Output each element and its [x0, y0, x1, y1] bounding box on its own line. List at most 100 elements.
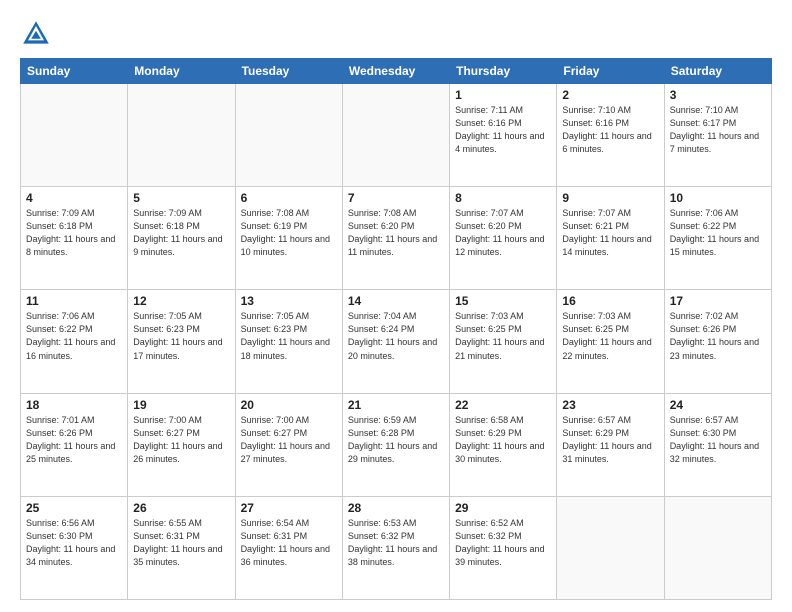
day-info: Sunrise: 6:56 AM Sunset: 6:30 PM Dayligh… — [26, 517, 122, 569]
calendar-week-row: 4 Sunrise: 7:09 AM Sunset: 6:18 PM Daylig… — [21, 187, 772, 290]
calendar-cell: 18 Sunrise: 7:01 AM Sunset: 6:26 PM Dayli… — [21, 393, 128, 496]
calendar-cell: 10Sunrise: 7:06 AM Sunset: 6:22 PM Dayli… — [664, 187, 771, 290]
day-info: Sunrise: 6:58 AM Sunset: 6:29 PM Dayligh… — [455, 414, 551, 466]
calendar-cell: 9 Sunrise: 7:07 AM Sunset: 6:21 PM Daylig… — [557, 187, 664, 290]
day-number: 5 — [133, 191, 229, 205]
calendar-header-row: SundayMondayTuesdayWednesdayThursdayFrid… — [21, 59, 772, 84]
day-info: Sunrise: 7:07 AM Sunset: 6:20 PM Dayligh… — [455, 207, 551, 259]
calendar-cell — [342, 84, 449, 187]
calendar-header-friday: Friday — [557, 59, 664, 84]
day-info: Sunrise: 7:08 AM Sunset: 6:19 PM Dayligh… — [241, 207, 337, 259]
calendar-cell — [557, 496, 664, 599]
day-info: Sunrise: 6:59 AM Sunset: 6:28 PM Dayligh… — [348, 414, 444, 466]
day-number: 18 — [26, 398, 122, 412]
day-info: Sunrise: 7:11 AM Sunset: 6:16 PM Dayligh… — [455, 104, 551, 156]
calendar-cell: 6Sunrise: 7:08 AM Sunset: 6:19 PM Daylig… — [235, 187, 342, 290]
day-info: Sunrise: 7:06 AM Sunset: 6:22 PM Dayligh… — [26, 310, 122, 362]
calendar-header-sunday: Sunday — [21, 59, 128, 84]
day-number: 24 — [670, 398, 766, 412]
calendar-cell: 28 Sunrise: 6:53 AM Sunset: 6:32 PM Dayli… — [342, 496, 449, 599]
day-info: Sunrise: 6:53 AM Sunset: 6:32 PM Dayligh… — [348, 517, 444, 569]
day-number: 27 — [241, 501, 337, 515]
day-info: Sunrise: 7:07 AM Sunset: 6:21 PM Dayligh… — [562, 207, 658, 259]
day-info: Sunrise: 7:06 AM Sunset: 6:22 PM Dayligh… — [670, 207, 766, 259]
logo — [20, 18, 56, 50]
calendar-cell: 27 Sunrise: 6:54 AM Sunset: 6:31 PM Dayli… — [235, 496, 342, 599]
calendar-cell: 13 Sunrise: 7:05 AM Sunset: 6:23 PM Dayli… — [235, 290, 342, 393]
day-info: Sunrise: 6:54 AM Sunset: 6:31 PM Dayligh… — [241, 517, 337, 569]
day-number: 25 — [26, 501, 122, 515]
calendar-week-row: 11 Sunrise: 7:06 AM Sunset: 6:22 PM Dayli… — [21, 290, 772, 393]
calendar-cell: 14 Sunrise: 7:04 AM Sunset: 6:24 PM Dayli… — [342, 290, 449, 393]
day-info: Sunrise: 7:03 AM Sunset: 6:25 PM Dayligh… — [562, 310, 658, 362]
calendar-cell — [128, 84, 235, 187]
day-number: 28 — [348, 501, 444, 515]
day-number: 1 — [455, 88, 551, 102]
calendar-cell: 19Sunrise: 7:00 AM Sunset: 6:27 PM Dayli… — [128, 393, 235, 496]
calendar-cell: 24 Sunrise: 6:57 AM Sunset: 6:30 PM Dayli… — [664, 393, 771, 496]
calendar-cell — [664, 496, 771, 599]
day-number: 22 — [455, 398, 551, 412]
page: SundayMondayTuesdayWednesdayThursdayFrid… — [0, 0, 792, 612]
day-info: Sunrise: 7:05 AM Sunset: 6:23 PM Dayligh… — [133, 310, 229, 362]
day-number: 7 — [348, 191, 444, 205]
day-info: Sunrise: 7:10 AM Sunset: 6:16 PM Dayligh… — [562, 104, 658, 156]
day-info: Sunrise: 7:04 AM Sunset: 6:24 PM Dayligh… — [348, 310, 444, 362]
calendar-cell: 12 Sunrise: 7:05 AM Sunset: 6:23 PM Dayli… — [128, 290, 235, 393]
calendar-cell: 29 Sunrise: 6:52 AM Sunset: 6:32 PM Dayli… — [450, 496, 557, 599]
day-number: 19 — [133, 398, 229, 412]
day-info: Sunrise: 6:57 AM Sunset: 6:30 PM Dayligh… — [670, 414, 766, 466]
day-number: 23 — [562, 398, 658, 412]
calendar-header-monday: Monday — [128, 59, 235, 84]
calendar-header-thursday: Thursday — [450, 59, 557, 84]
day-number: 4 — [26, 191, 122, 205]
calendar-cell: 20 Sunrise: 7:00 AM Sunset: 6:27 PM Dayli… — [235, 393, 342, 496]
day-number: 12 — [133, 294, 229, 308]
day-number: 8 — [455, 191, 551, 205]
day-info: Sunrise: 6:52 AM Sunset: 6:32 PM Dayligh… — [455, 517, 551, 569]
day-info: Sunrise: 7:10 AM Sunset: 6:17 PM Dayligh… — [670, 104, 766, 156]
day-info: Sunrise: 7:00 AM Sunset: 6:27 PM Dayligh… — [241, 414, 337, 466]
day-number: 11 — [26, 294, 122, 308]
day-number: 20 — [241, 398, 337, 412]
calendar-cell: 8 Sunrise: 7:07 AM Sunset: 6:20 PM Daylig… — [450, 187, 557, 290]
day-number: 17 — [670, 294, 766, 308]
calendar-cell: 17 Sunrise: 7:02 AM Sunset: 6:26 PM Dayli… — [664, 290, 771, 393]
calendar-cell: 26Sunrise: 6:55 AM Sunset: 6:31 PM Dayli… — [128, 496, 235, 599]
calendar-cell: 23 Sunrise: 6:57 AM Sunset: 6:29 PM Dayli… — [557, 393, 664, 496]
logo-icon — [20, 18, 52, 50]
calendar-cell: 15 Sunrise: 7:03 AM Sunset: 6:25 PM Dayli… — [450, 290, 557, 393]
calendar-week-row: 25 Sunrise: 6:56 AM Sunset: 6:30 PM Dayli… — [21, 496, 772, 599]
calendar-cell: 22 Sunrise: 6:58 AM Sunset: 6:29 PM Dayli… — [450, 393, 557, 496]
day-number: 26 — [133, 501, 229, 515]
calendar-week-row: 18 Sunrise: 7:01 AM Sunset: 6:26 PM Dayli… — [21, 393, 772, 496]
day-info: Sunrise: 7:01 AM Sunset: 6:26 PM Dayligh… — [26, 414, 122, 466]
day-number: 14 — [348, 294, 444, 308]
day-number: 9 — [562, 191, 658, 205]
day-info: Sunrise: 7:08 AM Sunset: 6:20 PM Dayligh… — [348, 207, 444, 259]
calendar-week-row: 1 Sunrise: 7:11 AM Sunset: 6:16 PM Daylig… — [21, 84, 772, 187]
day-info: Sunrise: 7:09 AM Sunset: 6:18 PM Dayligh… — [26, 207, 122, 259]
calendar-header-wednesday: Wednesday — [342, 59, 449, 84]
day-number: 13 — [241, 294, 337, 308]
calendar-cell: 4 Sunrise: 7:09 AM Sunset: 6:18 PM Daylig… — [21, 187, 128, 290]
day-info: Sunrise: 6:57 AM Sunset: 6:29 PM Dayligh… — [562, 414, 658, 466]
day-info: Sunrise: 7:09 AM Sunset: 6:18 PM Dayligh… — [133, 207, 229, 259]
calendar-cell: 7 Sunrise: 7:08 AM Sunset: 6:20 PM Daylig… — [342, 187, 449, 290]
day-number: 15 — [455, 294, 551, 308]
calendar-cell: 5 Sunrise: 7:09 AM Sunset: 6:18 PM Daylig… — [128, 187, 235, 290]
day-info: Sunrise: 7:03 AM Sunset: 6:25 PM Dayligh… — [455, 310, 551, 362]
calendar-cell: 3Sunrise: 7:10 AM Sunset: 6:17 PM Daylig… — [664, 84, 771, 187]
calendar-header-saturday: Saturday — [664, 59, 771, 84]
calendar-cell: 25 Sunrise: 6:56 AM Sunset: 6:30 PM Dayli… — [21, 496, 128, 599]
day-info: Sunrise: 7:02 AM Sunset: 6:26 PM Dayligh… — [670, 310, 766, 362]
day-info: Sunrise: 7:05 AM Sunset: 6:23 PM Dayligh… — [241, 310, 337, 362]
calendar-table: SundayMondayTuesdayWednesdayThursdayFrid… — [20, 58, 772, 600]
day-number: 29 — [455, 501, 551, 515]
calendar-cell: 16 Sunrise: 7:03 AM Sunset: 6:25 PM Dayli… — [557, 290, 664, 393]
calendar-cell: 2 Sunrise: 7:10 AM Sunset: 6:16 PM Daylig… — [557, 84, 664, 187]
calendar-header-tuesday: Tuesday — [235, 59, 342, 84]
day-number: 16 — [562, 294, 658, 308]
day-number: 2 — [562, 88, 658, 102]
calendar-cell: 1 Sunrise: 7:11 AM Sunset: 6:16 PM Daylig… — [450, 84, 557, 187]
